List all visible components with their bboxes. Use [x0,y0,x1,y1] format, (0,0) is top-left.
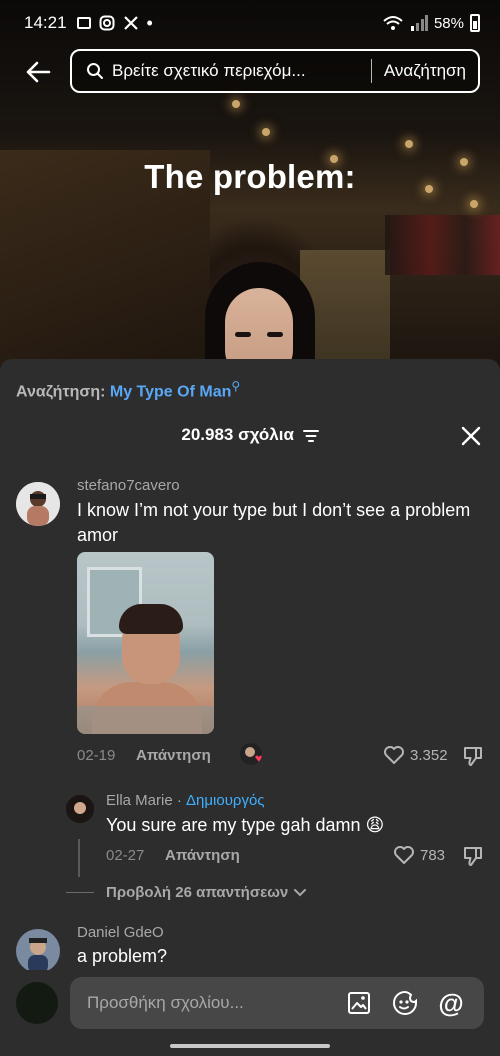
reply-text: You sure are my type gah damn 😩 [106,815,385,835]
photo-water [77,706,214,734]
comments-sheet: Αναζήτηση: My Type Of Man⚲ 20.983 σχόλια… [0,359,500,1056]
mention-icon[interactable]: @ [438,988,464,1018]
heart-badge-icon [245,747,262,762]
status-bar: 14:21 • 58% [0,0,500,46]
avatar-image [66,795,94,823]
avatar-image [16,929,60,973]
dislike-icon[interactable] [462,745,484,767]
notification-dot-icon: • [146,13,153,33]
back-button[interactable] [22,58,54,86]
like-count: 3.352 [410,746,448,764]
comment-photo[interactable] [77,552,214,734]
ceiling-light [405,140,413,148]
video-shelf [385,215,500,275]
creator-badge: Δημιουργός [186,792,265,809]
back-arrow-icon [26,61,51,83]
reply-button[interactable]: Απάντηση [136,747,211,764]
search-icon [87,63,103,79]
comment-count-header[interactable]: 20.983 σχόλια [0,425,500,445]
avatar[interactable] [66,795,94,823]
comment-date: 02-19 [77,747,116,764]
gallery-icon [76,17,91,29]
separator: · [172,792,187,809]
related-search[interactable]: Αναζήτηση: My Type Of Man⚲ [16,379,240,401]
avatar[interactable] [16,482,60,526]
chevron-down-icon [294,888,307,896]
wifi-icon [383,16,403,30]
battery-percent: 58% [433,14,464,32]
divider [66,892,94,893]
related-search-prefix: Αναζήτηση: [16,383,106,401]
my-avatar[interactable] [16,982,58,1024]
dislike-icon[interactable] [462,845,484,867]
like-button[interactable]: 783 [393,845,445,865]
heart-icon [394,846,414,864]
comment-text: I know I’m not your type but I don’t see… [77,500,471,545]
comment-count: 20.983 σχόλια [181,425,294,444]
comment-username[interactable]: stefano7cavero [77,477,180,494]
instagram-icon [99,15,115,31]
search-divider [370,59,372,83]
ceiling-light [470,200,478,208]
comment-username[interactable]: Daniel GdeO [77,924,164,941]
view-replies-button[interactable]: Προβολή 26 απαντήσεων [66,884,307,901]
video-overlay-text: The problem: [144,158,356,195]
creator-liked-avatar [240,743,262,765]
view-replies-label: Προβολή 26 απαντήσεων [106,884,289,901]
comment-input[interactable]: Προσθήκη σχολίου... @ [70,977,484,1029]
comment-input-placeholder[interactable]: Προσθήκη σχολίου... [87,993,346,1013]
reply-username-line: Ella Marie · Δημιουργός [106,792,265,809]
signal-icon [410,15,428,31]
related-search-term[interactable]: My Type Of Man [110,383,232,400]
search-input[interactable]: Βρείτε σχετικό περιεχόμ... [112,61,361,81]
comment-text: a problem? [77,946,168,966]
like-count: 783 [420,846,446,864]
search-icon: ⚲ [231,379,241,393]
x-app-icon [123,16,138,30]
search-submit-button[interactable]: Αναζήτηση [384,61,466,81]
avatar[interactable] [16,929,60,973]
reply-date: 02-27 [106,847,145,864]
search-bar[interactable]: Βρείτε σχετικό περιεχόμ... Αναζήτηση [70,49,480,93]
avatar-image [16,482,60,526]
ceiling-light [262,128,270,136]
thread-line [78,839,80,877]
emoji-icon[interactable] [392,990,418,1016]
eye [267,332,283,337]
sort-filter-icon[interactable] [302,429,319,443]
battery-icon [470,14,480,32]
reply-username[interactable]: Ella Marie [106,792,173,809]
eye [235,332,251,337]
reply-button[interactable]: Απάντηση [165,847,240,864]
image-icon[interactable] [346,990,372,1016]
heart-icon [384,746,404,764]
home-indicator[interactable] [170,1044,330,1048]
photo-hair [119,604,183,634]
status-time: 14:21 [24,13,67,32]
like-button[interactable]: 3.352 [383,745,448,765]
close-icon[interactable] [460,425,482,447]
ceiling-light [232,100,240,108]
